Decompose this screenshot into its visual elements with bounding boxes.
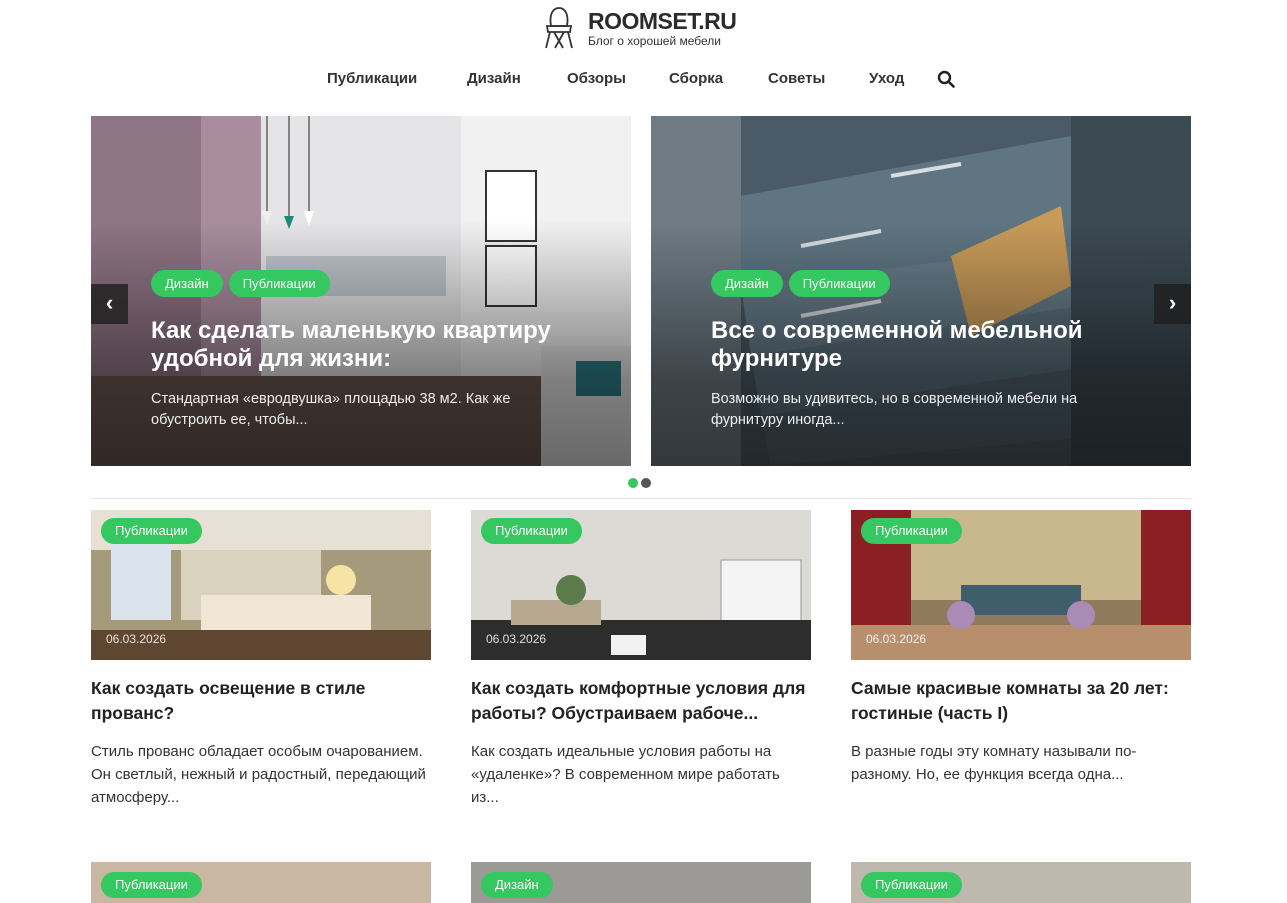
tag-publications[interactable]: Публикации (228, 270, 330, 297)
chair-icon (545, 7, 573, 49)
main-nav: Публикации Дизайн Обзоры Сборка Советы У… (0, 68, 1287, 90)
slide-2[interactable]: Дизайн Публикации Все о современной мебе… (651, 116, 1191, 466)
post-date: 06.03.2026 (106, 632, 167, 646)
nav-item-design[interactable]: Дизайн (467, 68, 521, 90)
post-tag[interactable]: Публикации (861, 872, 962, 898)
slider-prev-button[interactable]: ‹ (91, 284, 128, 324)
tag-design[interactable]: Дизайн (711, 270, 783, 297)
slide-1-tags: Дизайн Публикации (151, 270, 330, 297)
slide-1-excerpt: Стандартная «евродвушка» площадью 38 м2.… (151, 391, 511, 428)
post-tag[interactable]: Публикации (101, 872, 202, 898)
slider-dots (628, 478, 651, 488)
post-image[interactable]: Публикации 06.03.2026 (91, 510, 431, 660)
slider-dot-1[interactable] (628, 478, 638, 488)
post-image[interactable]: Публикации 06.03.2026 (851, 510, 1191, 660)
post-card[interactable]: Дизайн (471, 862, 811, 903)
nav-item-care[interactable]: Уход (869, 68, 904, 90)
slider-dot-2[interactable] (641, 478, 651, 488)
slide-2-title[interactable]: Все о современной мебельной фурнитуре (711, 317, 1151, 373)
tag-publications[interactable]: Публикации (788, 270, 890, 297)
divider (91, 498, 1191, 499)
site-title: ROOMSET.RU (588, 8, 737, 34)
post-date: 06.03.2026 (866, 632, 927, 646)
post-card[interactable]: Публикации (851, 862, 1191, 903)
post-excerpt: Стиль прованс обладает особым очарование… (91, 743, 426, 806)
post-card[interactable]: Публикации 06.03.2026 Как создать освеще… (91, 510, 431, 809)
post-card[interactable]: Публикации 06.03.2026 Самые красивые ком… (851, 510, 1191, 786)
post-tag[interactable]: Публикации (861, 518, 962, 544)
slider-next-button[interactable]: › (1154, 284, 1191, 324)
slide-1-title[interactable]: Как сделать маленькую квартиру удобной д… (151, 317, 591, 373)
nav-item-reviews[interactable]: Обзоры (567, 68, 626, 90)
post-card[interactable]: Публикации (91, 862, 431, 903)
post-title[interactable]: Самые красивые комнаты за 20 лет: гостин… (851, 676, 1191, 726)
site-tagline: Блог о хорошей мебели (588, 34, 722, 48)
post-tag[interactable]: Дизайн (481, 872, 553, 898)
post-image[interactable]: Публикации 06.03.2026 (471, 510, 811, 660)
post-title[interactable]: Как создать освещение в стиле прованс? (91, 676, 431, 726)
post-excerpt: Как создать идеальные условия работы на … (471, 743, 780, 806)
nav-item-assembly[interactable]: Сборка (669, 68, 723, 90)
post-tag[interactable]: Публикации (481, 518, 582, 544)
nav-item-publications[interactable]: Публикации (327, 68, 417, 90)
post-title[interactable]: Как создать комфортные условия для работ… (471, 676, 811, 726)
tag-design[interactable]: Дизайн (151, 270, 223, 297)
nav-item-tips[interactable]: Советы (768, 68, 825, 90)
site-logo[interactable]: ROOMSET.RU Блог о хорошей мебели (543, 5, 737, 51)
slide-1[interactable]: Дизайн Публикации Как сделать маленькую … (91, 116, 631, 466)
post-card[interactable]: Публикации 06.03.2026 Как создать комфор… (471, 510, 811, 809)
post-excerpt: В разные годы эту комнату называли по-ра… (851, 743, 1137, 783)
slide-2-tags: Дизайн Публикации (711, 270, 890, 297)
post-tag[interactable]: Публикации (101, 518, 202, 544)
search-icon[interactable] (937, 70, 955, 88)
post-date: 06.03.2026 (486, 632, 547, 646)
slide-2-excerpt: Возможно вы удивитесь, но в современной … (711, 391, 1078, 428)
